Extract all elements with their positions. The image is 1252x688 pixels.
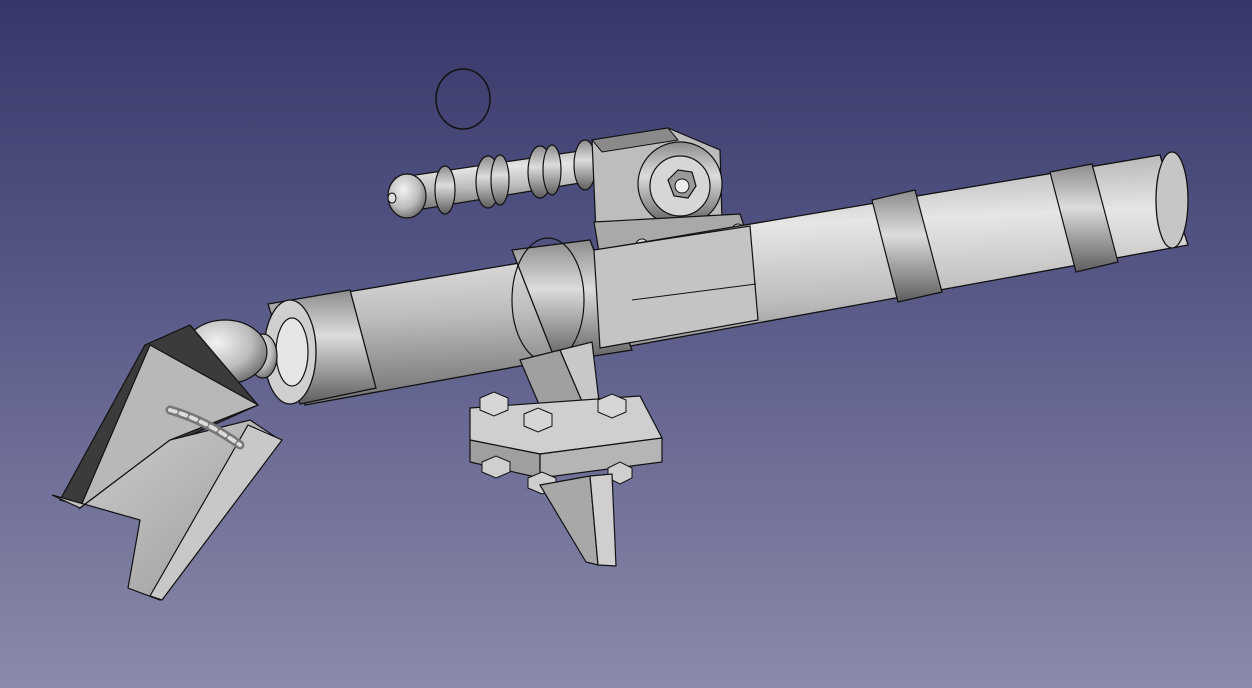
threaded-rod[interactable]	[387, 139, 614, 219]
3d-viewport[interactable]	[0, 0, 1252, 688]
sketch-circle[interactable]	[435, 68, 491, 130]
mount-base[interactable]	[469, 341, 663, 567]
scene-svg	[51, 68, 1189, 601]
